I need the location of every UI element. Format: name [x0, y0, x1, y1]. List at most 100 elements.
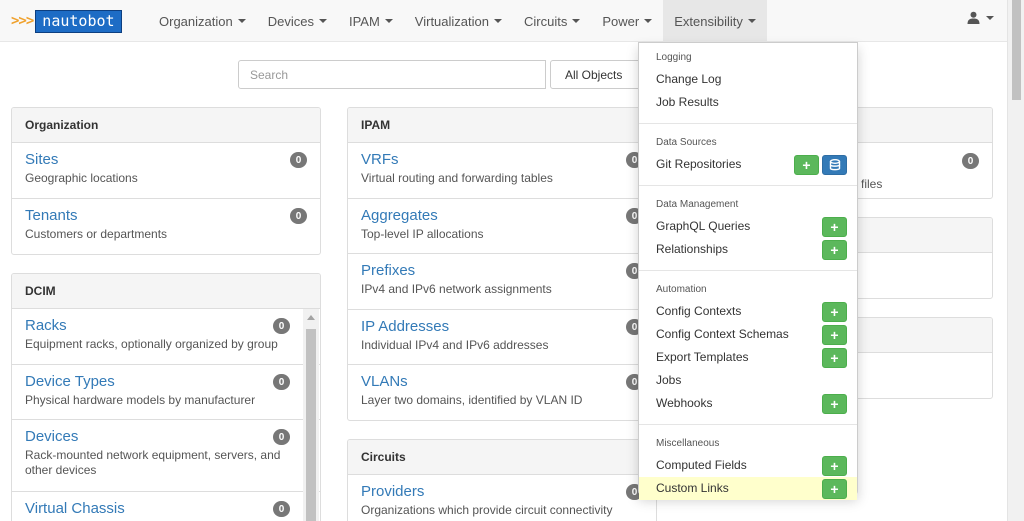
search-input[interactable] [238, 60, 546, 89]
item-actions: + [822, 217, 847, 237]
nautobot-logo[interactable]: >>> nautobot [11, 9, 122, 33]
count-badge: 0 [273, 429, 290, 445]
list-item: VLANs Layer two domains, identified by V… [348, 365, 656, 420]
item-link[interactable]: Providers [361, 482, 643, 502]
item-description: Equipment racks, optionally organized by… [25, 337, 278, 351]
caret-down-icon [318, 19, 327, 23]
user-menu[interactable] [967, 11, 994, 24]
dropdown-header: Automation [656, 284, 707, 295]
menu-item-config-contexts[interactable]: Config Contexts + [639, 300, 857, 323]
item-description: Rack-mounted network equipment, servers,… [25, 448, 281, 477]
plus-icon: + [802, 157, 811, 173]
add-button[interactable]: + [822, 302, 847, 322]
add-button[interactable]: + [822, 325, 847, 345]
menu-item-label: Config Context Schemas [656, 327, 789, 341]
item-link[interactable]: Virtual Chassis [25, 499, 307, 519]
menu-item-label: Webhooks [656, 396, 713, 410]
item-link[interactable]: IP Addresses [361, 317, 643, 337]
item-link[interactable]: Aggregates [361, 206, 643, 226]
menu-item-git-repositories[interactable]: Git Repositories + [639, 153, 857, 176]
dcim-scrollbar[interactable] [303, 309, 319, 521]
nav-circuits[interactable]: Circuits [513, 0, 591, 42]
menu-item-config-context-schemas[interactable]: Config Context Schemas + [639, 323, 857, 346]
dropdown-header: Miscellaneous [656, 438, 720, 449]
extensibility-dropdown-menu: Logging Change Log Job Results Data Sour… [638, 42, 858, 500]
scroll-up-icon[interactable] [307, 315, 315, 320]
dropdown-divider [639, 123, 857, 124]
nav-label: IPAM [348, 13, 380, 29]
plus-icon: + [830, 327, 839, 343]
navbar: >>> nautobot Organization Devices IPAM V… [0, 0, 1024, 42]
nav-extensibility[interactable]: Extensibility [663, 0, 767, 42]
scrollbar-thumb[interactable] [306, 329, 316, 521]
menu-item-export-templates[interactable]: Export Templates + [639, 346, 857, 369]
count-badge: 0 [273, 374, 290, 390]
caret-down-icon [986, 15, 994, 20]
add-button[interactable]: + [822, 217, 847, 237]
item-actions: + [822, 240, 847, 260]
nav-ipam[interactable]: IPAM [338, 0, 404, 42]
menu-item-job-results[interactable]: Job Results [639, 91, 857, 114]
item-link[interactable]: Racks [25, 316, 307, 336]
item-description: IPv4 and IPv6 network assignments [361, 282, 552, 296]
list-item: Providers Organizations which provide ci… [348, 475, 656, 521]
nav-devices[interactable]: Devices [257, 0, 338, 42]
list-item: Device Types Physical hardware models by… [12, 365, 320, 420]
item-link[interactable]: Tenants [25, 206, 307, 226]
item-link[interactable]: Devices [25, 427, 307, 447]
nav-power[interactable]: Power [591, 0, 663, 42]
dropdown-header: Logging [656, 52, 692, 63]
add-button[interactable]: + [794, 155, 819, 175]
item-link[interactable]: VLANs [361, 372, 643, 392]
add-button[interactable]: + [822, 348, 847, 368]
add-button[interactable]: + [822, 479, 847, 499]
item-actions: + [822, 325, 847, 345]
dropdown-divider [639, 270, 857, 271]
menu-item-relationships[interactable]: Relationships + [639, 238, 857, 261]
menu-item-label: Jobs [656, 373, 682, 387]
import-button[interactable] [822, 155, 847, 175]
item-link[interactable]: VRFs [361, 150, 643, 170]
nav-virtualization[interactable]: Virtualization [404, 0, 513, 42]
item-link[interactable]: Prefixes [361, 261, 643, 281]
nav-label: Circuits [524, 13, 568, 29]
dropdown-header: Data Sources [656, 137, 717, 148]
panel-heading: IPAM [348, 108, 656, 143]
database-import-icon [829, 159, 840, 171]
scrollbar-thumb[interactable] [1012, 0, 1021, 100]
plus-icon: + [830, 396, 839, 412]
menu-item-computed-fields[interactable]: Computed Fields + [639, 454, 857, 477]
item-link[interactable]: Sites [25, 150, 307, 170]
nav-organization[interactable]: Organization [148, 0, 257, 42]
menu-item-graphql-queries[interactable]: GraphQL Queries + [639, 215, 857, 238]
item-actions: + [794, 155, 847, 175]
plus-icon: + [830, 304, 839, 320]
item-actions: + [822, 302, 847, 322]
item-description: Customers or departments [25, 227, 168, 241]
menu-item-label: Config Contexts [656, 304, 742, 318]
item-link[interactable]: Device Types [25, 372, 307, 392]
menu-item-jobs[interactable]: Jobs [639, 369, 857, 392]
dcim-panel: DCIM Racks Equipment racks, optionally o… [11, 273, 321, 521]
nav-label: Virtualization [414, 13, 489, 29]
item-description: Virtual routing and forwarding tables [361, 171, 553, 185]
search-scope-select[interactable]: All Objects [550, 60, 645, 89]
add-button[interactable]: + [822, 456, 847, 476]
menu-item-custom-links[interactable]: Custom Links + [639, 477, 857, 500]
menu-item-change-log[interactable]: Change Log [639, 68, 857, 91]
menu-item-label: Export Templates [656, 350, 749, 364]
list-item: Tenants Customers or departments 0 [12, 199, 320, 254]
nav-label: Power [602, 13, 640, 29]
add-button[interactable]: + [822, 394, 847, 414]
page-scrollbar[interactable] [1007, 0, 1024, 521]
count-badge: 0 [290, 208, 307, 224]
item-description: Layer two domains, identified by VLAN ID [361, 393, 583, 407]
item-description: Top-level IP allocations [361, 227, 484, 241]
plus-icon: + [830, 458, 839, 474]
nav-label: Devices [267, 13, 314, 29]
list-item: Prefixes IPv4 and IPv6 network assignmen… [348, 254, 656, 310]
list-item: Aggregates Top-level IP allocations 0 [348, 199, 656, 254]
add-button[interactable]: + [822, 240, 847, 260]
item-description: Geographic locations [25, 171, 138, 185]
menu-item-webhooks[interactable]: Webhooks + [639, 392, 857, 415]
